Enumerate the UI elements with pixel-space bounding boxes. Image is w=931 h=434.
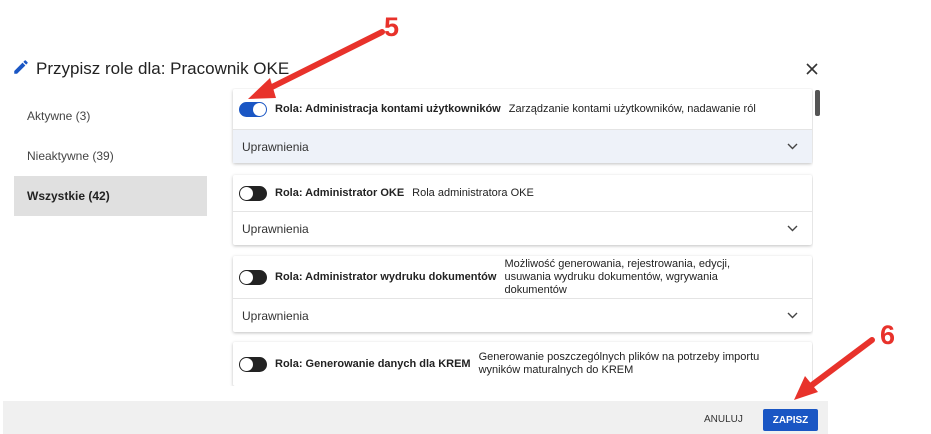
arrow-to-save [794,337,875,400]
step-number-6: 6 [880,320,896,350]
annotation-arrows [248,29,875,400]
arrow-to-toggle [248,29,385,99]
step-number-5: 5 [384,12,400,42]
